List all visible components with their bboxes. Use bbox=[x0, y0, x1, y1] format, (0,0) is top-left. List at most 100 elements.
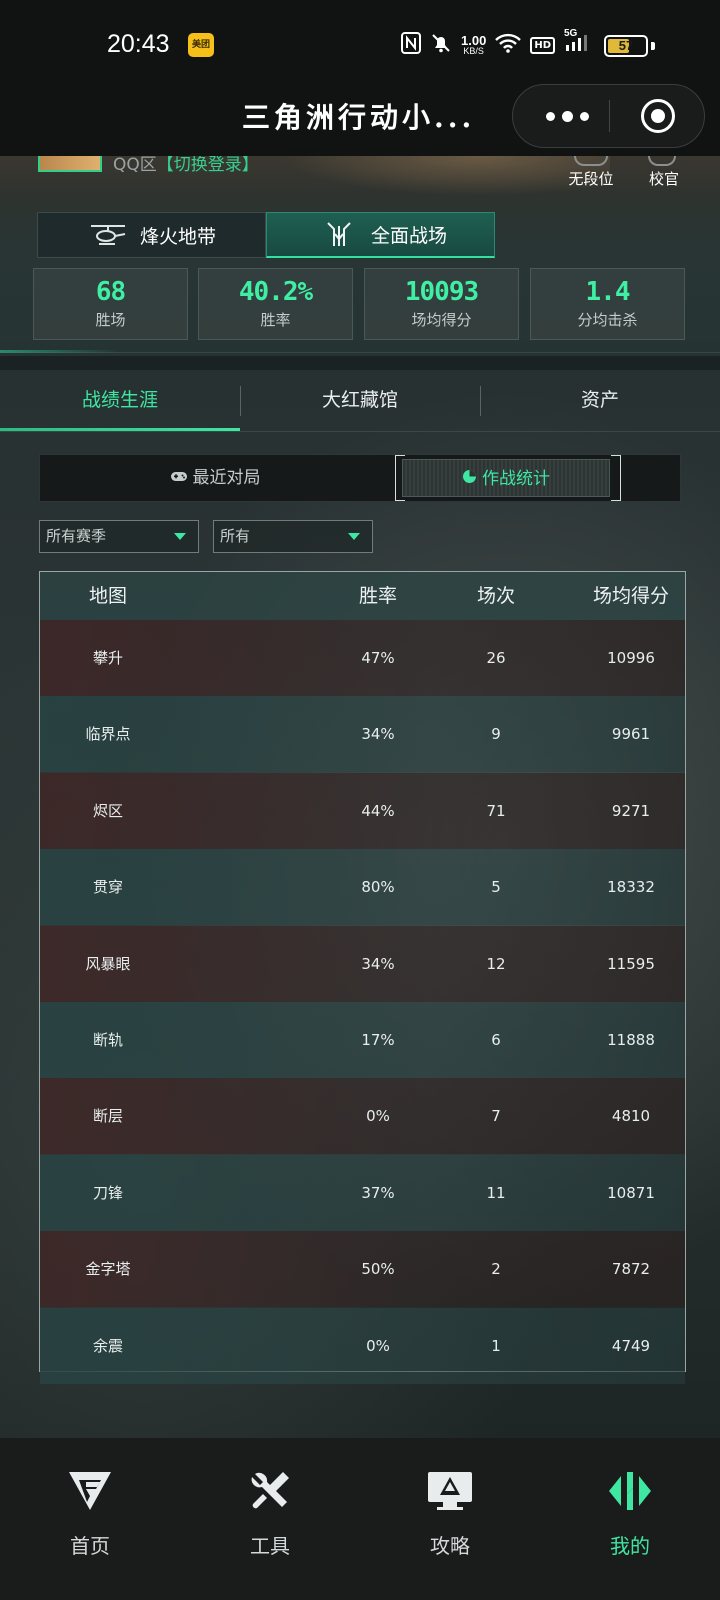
nfc-icon bbox=[401, 32, 422, 58]
subtab-label: 最近对局 bbox=[192, 468, 261, 488]
mini-program-capsule bbox=[512, 84, 705, 148]
bottom-nav: 首页 工具 攻略 我的 bbox=[0, 1438, 720, 1600]
table-row: 金字塔 50% 2 7872 bbox=[40, 1231, 685, 1308]
cell-matches: 6 bbox=[491, 1031, 501, 1049]
stat-value: 10093 bbox=[404, 277, 479, 307]
cell-win-rate: 44% bbox=[361, 801, 395, 820]
close-miniprogram-icon[interactable] bbox=[641, 99, 675, 133]
cell-win-rate: 37% bbox=[361, 1183, 395, 1202]
scope-select[interactable]: 所有 bbox=[213, 520, 373, 553]
cell-matches: 1 bbox=[491, 1336, 501, 1355]
cell-map: 攀升 bbox=[92, 649, 123, 667]
main-content: 战绩生涯 大红藏馆 资产 最近对局 作战统计 所有赛季 所有 地图 胜率 场次 … bbox=[0, 370, 720, 1438]
stat-label: 胜场 bbox=[95, 311, 126, 329]
cell-map: 余震 bbox=[92, 1336, 123, 1355]
cell-avg-score: 11888 bbox=[607, 1031, 655, 1049]
tab-career-record[interactable]: 战绩生涯 bbox=[0, 370, 240, 430]
column-header-map: 地图 bbox=[88, 585, 127, 607]
cell-win-rate: 0% bbox=[366, 1336, 390, 1355]
cell-map: 临界点 bbox=[85, 725, 131, 744]
nav-label: 首页 bbox=[70, 1534, 110, 1558]
mode-tab-label: 烽火地带 bbox=[140, 225, 217, 248]
mute-bell-icon bbox=[430, 32, 452, 58]
selection-bracket-right bbox=[611, 455, 621, 501]
cell-avg-score: 18332 bbox=[607, 878, 655, 897]
divider-accent bbox=[0, 350, 120, 353]
column-header-matches: 场次 bbox=[476, 585, 515, 607]
stat-card-win-rate: 40.2% 胜率 bbox=[198, 268, 353, 340]
cell-avg-score: 7872 bbox=[611, 1260, 651, 1279]
cell-map: 贯穿 bbox=[92, 878, 123, 897]
table-row: 断层 0% 7 4810 bbox=[40, 1078, 685, 1155]
avatar[interactable] bbox=[38, 156, 102, 172]
cell-avg-score: 10871 bbox=[607, 1183, 655, 1202]
subtab-battle-stats[interactable]: 作战统计 bbox=[402, 459, 610, 497]
table-row: 贯穿 80% 5 18332 bbox=[40, 849, 685, 926]
section-tabs: 战绩生涯 大红藏馆 资产 bbox=[0, 370, 720, 432]
guide-monitor-icon bbox=[427, 1468, 473, 1514]
cell-win-rate: 34% bbox=[361, 954, 395, 973]
cell-matches: 26 bbox=[486, 649, 506, 667]
season-select[interactable]: 所有赛季 bbox=[39, 520, 199, 553]
table-row: 余震 0% 1 4749 bbox=[40, 1307, 685, 1384]
cell-win-rate: 50% bbox=[361, 1260, 395, 1279]
battery-icon: 57 bbox=[604, 35, 648, 57]
status-bar: 20:43 美团 1.00 KB/S HD 5G 57 bbox=[0, 0, 720, 80]
cell-map: 断层 bbox=[92, 1107, 123, 1126]
cell-avg-score: 9271 bbox=[611, 801, 651, 820]
scope-select-value: 所有 bbox=[220, 527, 251, 545]
table-row: 风暴眼 34% 12 11595 bbox=[40, 925, 685, 1002]
cell-avg-score: 4749 bbox=[611, 1336, 651, 1355]
helicopter-icon bbox=[88, 221, 128, 249]
cell-win-rate: 47% bbox=[361, 649, 395, 667]
stat-value: 1.4 bbox=[585, 277, 631, 307]
nav-label: 攻略 bbox=[430, 1534, 470, 1558]
cell-map: 金字塔 bbox=[85, 1260, 131, 1279]
mode-tab-all-out-warfare[interactable]: 全面战场 bbox=[266, 212, 495, 258]
tab-assets[interactable]: 资产 bbox=[480, 370, 720, 430]
cell-matches: 5 bbox=[491, 878, 501, 897]
wifi-icon bbox=[495, 33, 522, 57]
military-rank-icon bbox=[648, 156, 676, 166]
mode-tab-hazard-zone[interactable]: 烽火地带 bbox=[37, 212, 266, 258]
nav-tools[interactable]: 工具 bbox=[180, 1438, 360, 1568]
switch-login-link[interactable]: 【切换登录】 bbox=[157, 156, 259, 175]
subtab-recent-matches[interactable]: 最近对局 bbox=[40, 455, 390, 501]
server-label: QQ区【切换登录】 bbox=[113, 156, 259, 175]
hd-badge: HD bbox=[530, 36, 555, 54]
pie-chart-icon bbox=[462, 460, 477, 498]
cell-win-rate: 80% bbox=[361, 878, 395, 897]
nav-label: 我的 bbox=[610, 1534, 650, 1558]
nav-guide[interactable]: 攻略 bbox=[360, 1438, 540, 1568]
capsule-divider bbox=[609, 100, 610, 132]
cell-matches: 12 bbox=[486, 954, 506, 973]
stat-value: 68 bbox=[95, 277, 126, 307]
profile-emblem-icon bbox=[607, 1468, 653, 1514]
table-row: 攀升 47% 26 10996 bbox=[40, 620, 685, 696]
chevron-down-icon bbox=[348, 533, 360, 540]
stat-card-wins: 68 胜场 bbox=[33, 268, 188, 340]
nav-label: 工具 bbox=[250, 1534, 290, 1558]
more-menu-icon[interactable] bbox=[541, 85, 593, 147]
season-select-value: 所有赛季 bbox=[46, 527, 107, 545]
cell-matches: 2 bbox=[491, 1260, 501, 1279]
cell-avg-score: 4810 bbox=[611, 1107, 651, 1126]
tab-red-collection[interactable]: 大红藏馆 bbox=[240, 370, 480, 430]
active-tab-indicator bbox=[0, 428, 240, 431]
battery-level: 57 bbox=[618, 38, 634, 53]
cell-map: 断轨 bbox=[92, 1031, 123, 1049]
stat-value: 40.2% bbox=[238, 277, 313, 307]
meituan-notification-icon: 美团 bbox=[188, 33, 214, 57]
cell-map: 刀锋 bbox=[92, 1183, 123, 1202]
map-stats-table: 地图 胜率 场次 场均得分 攀升 47% 26 10996 临界点 34% 9 9961 烬区 4… bbox=[39, 571, 686, 1384]
military-rank-label: 校官 bbox=[648, 170, 679, 188]
nav-home[interactable]: 首页 bbox=[0, 1438, 180, 1568]
net-speed: 1.00 KB/S bbox=[461, 33, 487, 56]
cell-win-rate: 0% bbox=[366, 1107, 390, 1126]
nav-mine[interactable]: 我的 bbox=[540, 1438, 720, 1568]
sub-tabs: 最近对局 作战统计 bbox=[39, 454, 681, 502]
gamepad-icon bbox=[170, 455, 188, 501]
table-row: 断轨 17% 6 11888 bbox=[40, 1002, 685, 1078]
cell-win-rate: 17% bbox=[361, 1031, 395, 1049]
cell-avg-score: 11595 bbox=[607, 954, 655, 973]
